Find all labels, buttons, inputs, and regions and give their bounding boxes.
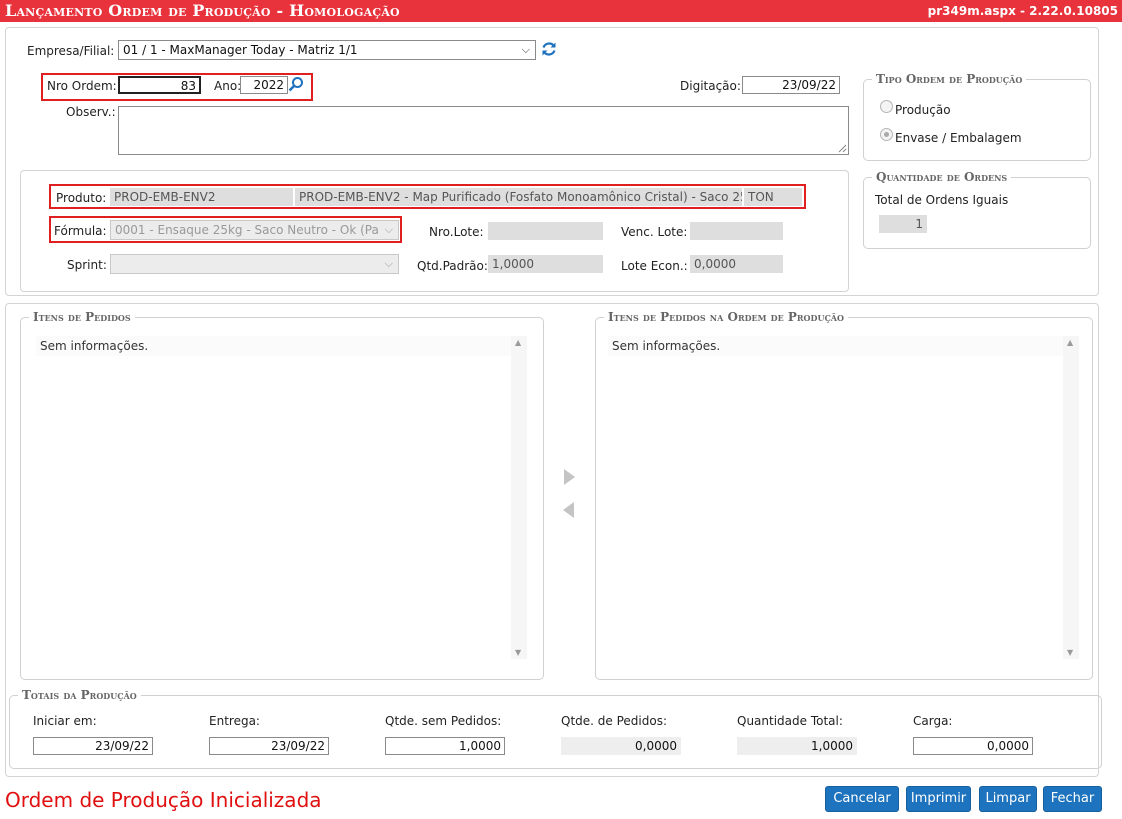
scroll-down-icon[interactable]: ▼	[515, 648, 521, 657]
scrollbar[interactable]: ▲ ▼	[511, 336, 527, 659]
cancel-button[interactable]: Cancelar	[825, 786, 899, 812]
itens-ordem-legend: Itens de Pedidos na Ordem de Produção	[608, 310, 844, 324]
totais-group: Totais da Produção	[9, 688, 1102, 769]
itens-pedidos-list[interactable]: Sem informações. ▲ ▼	[36, 336, 527, 659]
observ-label: Observ.:	[66, 105, 116, 119]
radio-envase[interactable]	[880, 128, 893, 141]
qtde-pedidos-label: Qtde. de Pedidos:	[561, 714, 667, 728]
venc-lote-label: Venc. Lote:	[621, 225, 688, 239]
clear-button[interactable]: Limpar	[979, 786, 1037, 812]
digitacao-input[interactable]: 23/09/22	[742, 76, 840, 94]
window-title: Lançamento Ordem de Produção - Homologaç…	[5, 1, 400, 20]
radio-producao[interactable]	[880, 100, 893, 113]
total-ordens-value: 1	[879, 215, 927, 233]
scroll-up-icon[interactable]: ▲	[515, 338, 521, 347]
iniciar-label: Iniciar em:	[33, 714, 97, 728]
itens-pedidos-legend: Itens de Pedidos	[33, 310, 131, 324]
chevron-down-icon: ⌵	[384, 257, 393, 270]
list-item: Sem informações.	[608, 336, 1063, 356]
entrega-label: Entrega:	[209, 714, 260, 728]
nro-lote-value	[488, 222, 603, 240]
nro-lote-label: Nro.Lote:	[429, 225, 484, 239]
observ-textarea[interactable]	[118, 106, 849, 155]
carga-label: Carga:	[913, 714, 953, 728]
resize-handle-icon[interactable]	[838, 144, 847, 153]
digitacao-label: Digitação:	[680, 79, 741, 93]
move-right-icon[interactable]	[564, 469, 575, 485]
produto-code: PROD-EMB-ENV2	[110, 188, 293, 206]
sprint-select[interactable]: ⌵	[110, 254, 399, 274]
chevron-down-icon: ⌵	[384, 223, 393, 236]
nro-ordem-label: Nro Ordem:	[47, 79, 117, 93]
radio-envase-label: Envase / Embalagem	[895, 131, 1022, 145]
scroll-up-icon[interactable]: ▲	[1067, 338, 1073, 347]
tipo-ordem-legend: Tipo Ordem de Produção	[876, 72, 1023, 86]
produto-label: Produto:	[56, 191, 107, 205]
status-message: Ordem de Produção Inicializada	[5, 788, 322, 812]
ano-label: Ano:	[214, 79, 242, 93]
produto-unit: TON	[744, 188, 802, 206]
nro-ordem-input[interactable]: 83	[118, 76, 201, 94]
search-icon[interactable]	[288, 76, 304, 92]
qtde-pedidos-value: 0,0000	[561, 737, 681, 755]
title-bar: Lançamento Ordem de Produção - Homologaç…	[0, 0, 1122, 22]
produto-description: PROD-EMB-ENV2 - Map Purificado (Fosfato …	[295, 188, 742, 206]
entrega-input[interactable]: 23/09/22	[209, 737, 329, 755]
quantidade-ordens-group: Quantidade de Ordens	[863, 170, 1091, 249]
itens-ordem-list[interactable]: Sem informações. ▲ ▼	[608, 336, 1079, 659]
formula-select[interactable]: 0001 - Ensaque 25kg - Saco Neutro - Ok (…	[110, 220, 399, 240]
ano-input[interactable]: 2022	[240, 76, 288, 94]
totais-legend: Totais da Produção	[22, 688, 137, 702]
empresa-select[interactable]: 01 / 1 - MaxManager Today - Matriz 1/1 ⌵	[118, 40, 536, 60]
print-button[interactable]: Imprimir	[906, 786, 971, 812]
quantidade-total-label: Quantidade Total:	[737, 714, 843, 728]
chevron-down-icon: ⌵	[521, 43, 530, 56]
quantidade-ordens-legend: Quantidade de Ordens	[876, 170, 1008, 184]
move-left-icon[interactable]	[563, 502, 574, 518]
qtd-padrao-label: Qtd.Padrão:	[417, 259, 488, 273]
scrollbar[interactable]: ▲ ▼	[1063, 336, 1079, 659]
sprint-label: Sprint:	[67, 258, 107, 272]
close-button[interactable]: Fechar	[1043, 786, 1102, 812]
total-ordens-label: Total de Ordens Iguais	[875, 193, 1009, 207]
scroll-down-icon[interactable]: ▼	[1067, 648, 1073, 657]
lote-econ-label: Lote Econ.:	[621, 259, 688, 273]
lote-econ-value: 0,0000	[690, 255, 783, 273]
empresa-label: Empresa/Filial:	[27, 44, 115, 58]
refresh-icon[interactable]	[541, 41, 557, 57]
radio-producao-label: Produção	[895, 103, 951, 117]
formula-label: Fórmula:	[54, 224, 107, 238]
iniciar-input[interactable]: 23/09/22	[33, 737, 153, 755]
carga-input[interactable]: 0,0000	[913, 737, 1033, 755]
venc-lote-value	[690, 222, 783, 240]
version-label: pr349m.aspx - 2.22.0.10805	[927, 4, 1118, 18]
qtde-sem-pedidos-input[interactable]: 1,0000	[385, 737, 505, 755]
quantidade-total-value: 1,0000	[737, 737, 857, 755]
qtd-padrao-value: 1,0000	[488, 255, 603, 273]
list-item: Sem informações.	[36, 336, 511, 356]
qtde-sem-pedidos-label: Qtde. sem Pedidos:	[385, 714, 502, 728]
